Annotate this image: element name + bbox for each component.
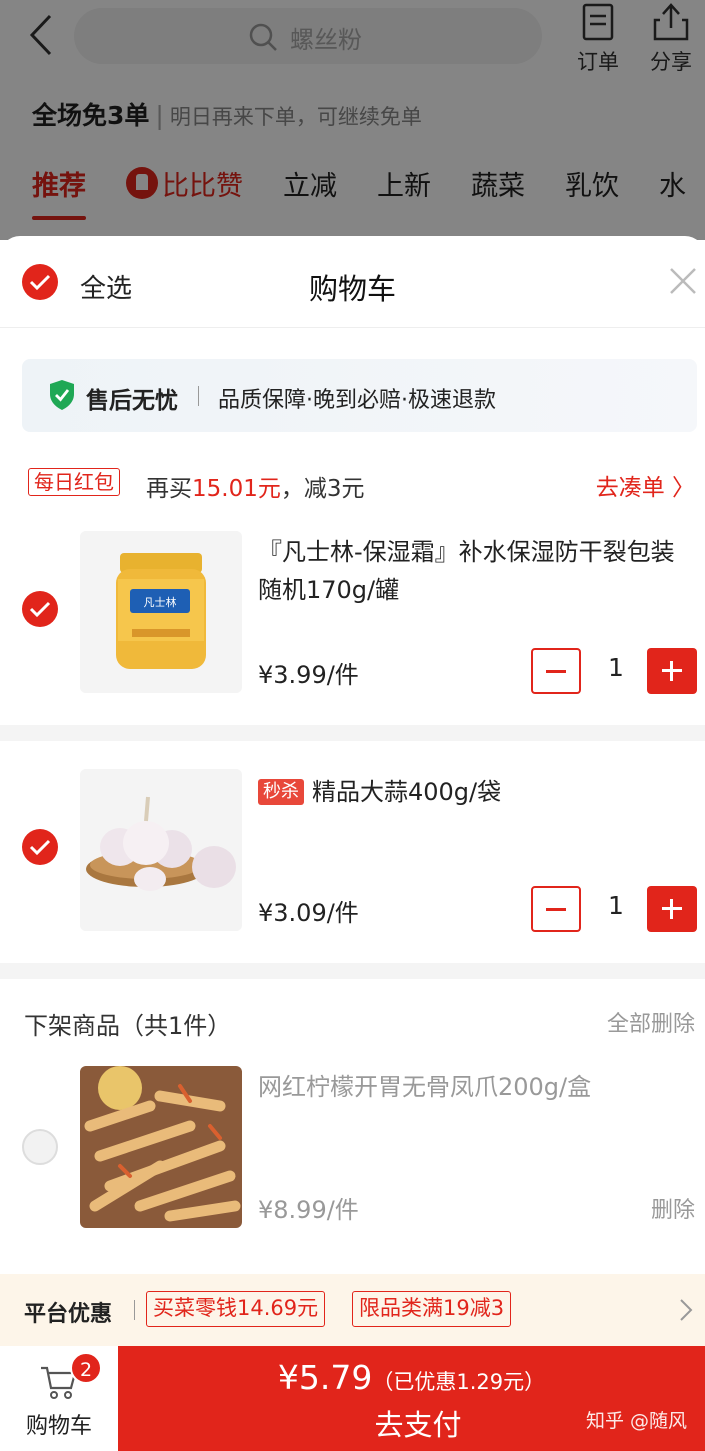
cart-header: 全选 购物车 [0, 236, 705, 328]
dim-overlay[interactable] [0, 0, 705, 240]
item-checkbox[interactable] [22, 829, 58, 865]
discount-amount: （已优惠1.29元） [372, 1370, 546, 1394]
garlic-image [80, 769, 242, 931]
add-on-link[interactable]: 去凑单 〉 [596, 468, 695, 502]
removed-items-heading: 下架商品（共1件） [24, 1012, 232, 1040]
close-icon[interactable] [668, 266, 698, 296]
item-price: ¥8.99/件 [258, 1196, 359, 1224]
quantity-decrease-button[interactable] [531, 886, 581, 932]
flash-sale-badge: 秒杀 [258, 779, 304, 805]
coupon-tag: 每日红包 [28, 468, 120, 496]
section-divider [0, 963, 705, 979]
wallet-balance-tag: 买菜零钱14.69元 [146, 1291, 326, 1327]
guarantee-divider [198, 386, 199, 406]
item-checkbox[interactable] [22, 591, 58, 627]
total-amount: ¥5.79 [277, 1358, 373, 1397]
coupon-suffix: ，减3元 [280, 476, 365, 502]
platform-discount-title: 平台优惠 [24, 1302, 113, 1327]
delete-all-button[interactable]: 全部删除 [607, 1006, 695, 1038]
shield-check-icon [50, 380, 74, 410]
cart-item: 凡士林 『凡士林-保湿霜』补水保湿防干裂包装随机170g/罐 ¥3.99/件 1 [0, 531, 705, 721]
cart-footer: 2 购物车 ¥5.79（已优惠1.29元） 去支付 知乎 @随风 [0, 1346, 705, 1451]
checkmark-icon [29, 601, 51, 618]
cart-button[interactable]: 2 购物车 [0, 1346, 118, 1451]
coupon-text: 再买15.01元，减3元 [146, 469, 365, 503]
coupon-prefix: 再买 [146, 476, 192, 502]
cart-label: 购物车 [25, 1414, 92, 1439]
section-divider [0, 725, 705, 741]
product-image-garlic[interactable] [80, 769, 242, 931]
jar-label: 凡士林 [144, 595, 177, 609]
quantity-increase-button[interactable] [647, 648, 697, 694]
product-image-chicken-feet[interactable] [80, 1066, 242, 1228]
category-discount-tag: 限品类满19减3 [352, 1291, 512, 1327]
coupon-amount: 15.01元 [192, 476, 281, 502]
item-price: ¥3.09/件 [258, 899, 359, 927]
cart-item: 秒杀 精品大蒜400g/袋 ¥3.09/件 1 [0, 769, 705, 959]
item-name-text: 精品大蒜400g/袋 [312, 778, 502, 806]
delete-item-button[interactable]: 删除 [651, 1192, 695, 1224]
guarantee-title: 售后无忧 [86, 388, 178, 414]
cart-title: 购物车 [308, 272, 396, 306]
platform-discount-bar[interactable]: 平台优惠 买菜零钱14.69元 限品类满19减3 [0, 1274, 705, 1346]
quantity-value[interactable]: 1 [596, 891, 636, 920]
platform-divider [134, 1300, 135, 1320]
chicken-feet-image [80, 1066, 242, 1228]
item-name[interactable]: 『凡士林-保湿霜』补水保湿防干裂包装随机170g/罐 [258, 533, 678, 609]
item-price: ¥3.99/件 [258, 661, 359, 689]
checkmark-icon [29, 839, 51, 856]
quantity-value[interactable]: 1 [596, 653, 636, 682]
cart-count-badge: 2 [70, 1352, 102, 1384]
pay-total: ¥5.79（已优惠1.29元） [118, 1358, 705, 1397]
vaseline-jar-image: 凡士林 [80, 531, 242, 693]
item-name[interactable]: 秒杀 精品大蒜400g/袋 [258, 773, 678, 811]
cart-sheet: 全选 购物车 售后无忧 品质保障·晚到必赔·极速退款 每日红包 再买15.01元… [0, 236, 705, 1451]
product-image-vaseline[interactable]: 凡士林 [80, 531, 242, 693]
guarantee-text: 品质保障·晚到必赔·极速退款 [218, 388, 496, 413]
quantity-increase-button[interactable] [647, 886, 697, 932]
item-name[interactable]: 网红柠檬开胃无骨凤爪200g/盒 [258, 1068, 678, 1106]
removed-item: 网红柠檬开胃无骨凤爪200g/盒 ¥8.99/件 删除 [0, 1066, 705, 1236]
after-sales-guarantee: 售后无忧 品质保障·晚到必赔·极速退款 [22, 359, 697, 432]
chevron-right-icon [680, 1299, 693, 1321]
pay-button[interactable]: ¥5.79（已优惠1.29元） 去支付 知乎 @随风 [118, 1346, 705, 1451]
watermark: 知乎 @随风 [585, 1410, 687, 1432]
coupon-row: 每日红包 再买15.01元，减3元 去凑单 〉 [0, 464, 705, 504]
quantity-decrease-button[interactable] [531, 648, 581, 694]
item-checkbox-disabled [22, 1129, 58, 1165]
